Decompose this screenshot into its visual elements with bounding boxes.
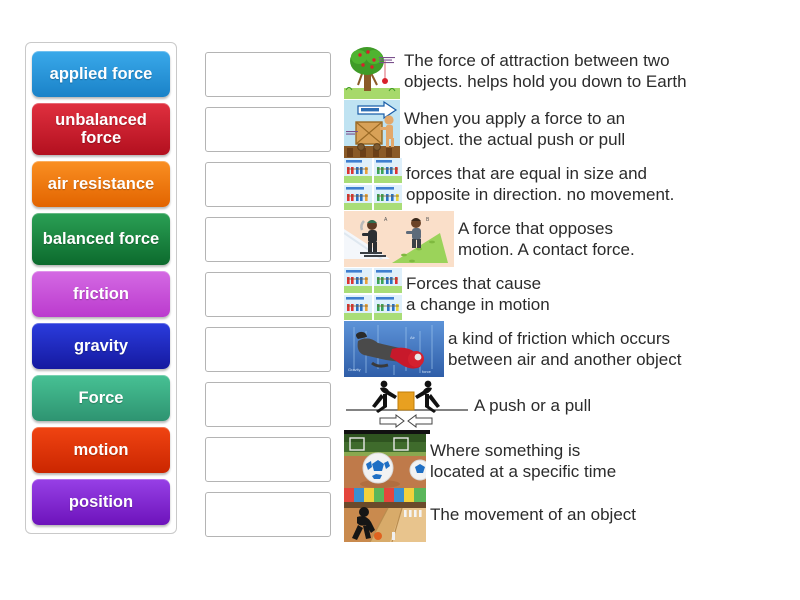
word-tile-label: position <box>68 492 134 511</box>
drop-zone-1[interactable] <box>205 52 331 97</box>
drop-zone-9[interactable] <box>205 492 331 537</box>
definition-row: When you apply a force to an object. the… <box>344 100 784 158</box>
definition-text: Forces that cause a change in motion <box>406 273 550 314</box>
definition-row: A push or a pull <box>344 378 784 434</box>
word-tile-label: motion <box>73 440 129 459</box>
definition-row: A B A force that opposes motion. A conta… <box>344 210 784 268</box>
definition-row: Forces that cause a change in motion <box>344 268 784 320</box>
person-pushing-crate-image <box>344 100 400 158</box>
bowling-alley-image <box>344 488 426 542</box>
two-people-pushing-block-image <box>344 378 470 434</box>
definition-text: The force of attraction between two obje… <box>404 50 687 91</box>
tug-of-war-balanced-forces-image <box>344 158 402 210</box>
word-tile-unbalanced-force[interactable]: unbalanced force <box>32 103 170 155</box>
drop-zone-3[interactable] <box>205 162 331 207</box>
svg-text:Air: Air <box>410 335 416 340</box>
word-tile-force[interactable]: Force <box>32 375 170 421</box>
svg-text:force: force <box>422 369 432 374</box>
word-tile-label: applied force <box>49 64 153 83</box>
word-tile-motion[interactable]: motion <box>32 427 170 473</box>
word-tile-label: Force <box>78 388 124 407</box>
soccer-ball-on-field-image <box>344 434 426 488</box>
drop-zone-6[interactable] <box>205 327 331 372</box>
definition-row: Air Gravity force a kind of friction whi… <box>344 320 784 378</box>
definition-text: A push or a pull <box>474 396 592 416</box>
skier-and-grass-friction-image: A B <box>344 211 454 267</box>
word-bank-panel: applied force unbalanced force air resis… <box>25 42 177 534</box>
drop-zone-5[interactable] <box>205 272 331 317</box>
drop-zone-7[interactable] <box>205 382 331 427</box>
definition-row: The movement of an object <box>344 488 784 542</box>
definition-row: Where something is located at a specific… <box>344 434 784 488</box>
word-tile-applied-force[interactable]: applied force <box>32 51 170 97</box>
definition-text: a kind of friction which occurs between … <box>448 328 682 369</box>
word-tile-air-resistance[interactable]: air resistance <box>32 161 170 207</box>
definition-row: forces that are equal in size and opposi… <box>344 158 784 210</box>
definition-text: The movement of an object <box>430 505 637 525</box>
word-tile-position[interactable]: position <box>32 479 170 525</box>
definition-text: forces that are equal in size and opposi… <box>406 163 675 204</box>
skydiver-air-resistance-image: Air Gravity force <box>344 321 444 377</box>
definition-column: The force of attraction between two obje… <box>344 42 784 542</box>
svg-text:Gravity: Gravity <box>348 367 361 372</box>
tug-of-war-unbalanced-forces-image <box>344 268 402 320</box>
word-tile-label: air resistance <box>47 174 155 193</box>
word-tile-friction[interactable]: friction <box>32 271 170 317</box>
definition-text: When you apply a force to an object. the… <box>404 108 626 149</box>
word-tile-balanced-force[interactable]: balanced force <box>32 213 170 265</box>
word-tile-label: gravity <box>73 336 129 355</box>
definition-text: A force that opposes motion. A contact f… <box>458 218 635 259</box>
drop-zone-8[interactable] <box>205 437 331 482</box>
definition-row: The force of attraction between two obje… <box>344 42 784 100</box>
word-tile-gravity[interactable]: gravity <box>32 323 170 369</box>
match-up-activity: applied force unbalanced force air resis… <box>0 0 800 600</box>
drop-zone-2[interactable] <box>205 107 331 152</box>
tree-with-falling-apple-image <box>344 43 400 99</box>
word-tile-label: unbalanced force <box>55 110 147 147</box>
drop-zone-4[interactable] <box>205 217 331 262</box>
definition-text: Where something is located at a specific… <box>430 440 617 481</box>
word-tile-label: friction <box>73 284 129 303</box>
drop-zone-column <box>205 52 331 537</box>
word-tile-label: balanced force <box>42 229 160 248</box>
